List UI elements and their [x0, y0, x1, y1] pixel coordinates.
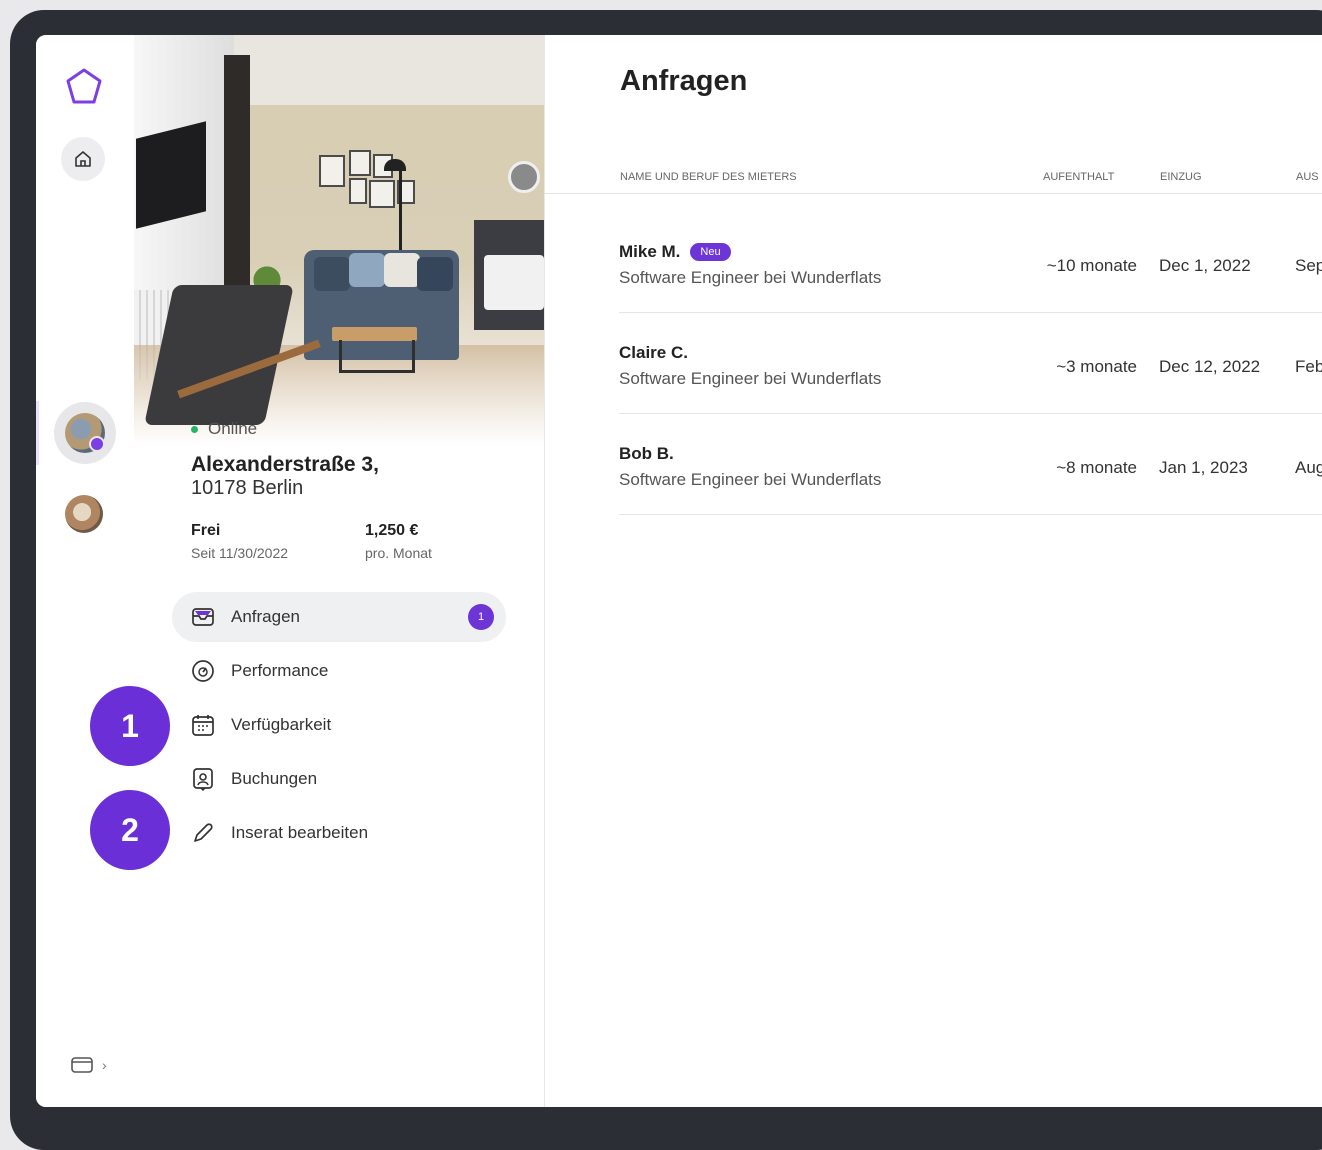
- menu-label: Performance: [231, 661, 329, 680]
- menu-item-anfragen[interactable]: Anfragen 1: [172, 592, 506, 642]
- availability-since: Seit 11/30/2022: [191, 545, 289, 561]
- property-avatar-selected[interactable]: [54, 402, 116, 464]
- menu-item-inserat-bearbeiten[interactable]: Inserat bearbeiten: [172, 808, 506, 858]
- move-in-date: Dec 12, 2022: [1159, 357, 1261, 376]
- stay-duration: ~3 monate: [1056, 357, 1137, 376]
- new-badge: Neu: [690, 243, 731, 261]
- tenant-job: Software Engineer bei Wunderflats: [619, 470, 882, 489]
- calendar-icon: [190, 712, 216, 738]
- menu-label: Anfragen: [231, 607, 300, 626]
- home-icon: [75, 151, 91, 167]
- callout-marker-2: 2: [90, 790, 170, 870]
- move-in-date: Jan 1, 2023: [1159, 458, 1248, 477]
- table-row[interactable]: Mike M. Neu Software Engineer bei Wunder…: [619, 212, 1322, 313]
- gauge-icon: [190, 658, 216, 684]
- callout-marker-1: 1: [90, 686, 170, 766]
- move-out-date: Aug: [1295, 458, 1322, 477]
- move-out-date: Sep: [1295, 256, 1322, 275]
- page-title: Anfragen: [620, 65, 748, 97]
- status-label: Online: [208, 419, 258, 438]
- tenant-name-cell: Bob B.: [619, 444, 674, 464]
- menu-item-buchungen[interactable]: Buchungen: [172, 754, 506, 804]
- price-info: 1,250 € pro. Monat: [365, 522, 432, 561]
- column-header-move-in[interactable]: EINZUG: [1160, 171, 1202, 183]
- menu-item-verfuegbarkeit[interactable]: Verfügbarkeit: [172, 700, 506, 750]
- availability-label: Frei: [191, 522, 221, 539]
- inbox-icon: [190, 604, 216, 630]
- contact-card-icon: [190, 766, 216, 792]
- tenant-name-cell: Claire C.: [619, 343, 688, 363]
- home-button[interactable]: [61, 137, 105, 181]
- requests-main: Anfragen NAME UND BERUF DES MIETERS AUFE…: [544, 35, 1322, 1107]
- collapse-toggle[interactable]: ›: [70, 1055, 107, 1075]
- property-panel: Online Alexanderstraße 3, 10178 Berlin F…: [134, 35, 545, 1107]
- column-header-name[interactable]: NAME UND BERUF DES MIETERS: [620, 171, 797, 183]
- tenant-name: Bob B.: [619, 444, 674, 463]
- price-value: 1,250 €: [365, 522, 419, 539]
- menu-label: Inserat bearbeiten: [231, 823, 369, 842]
- tenant-name: Claire C.: [619, 343, 688, 362]
- tenant-name-cell: Mike M. Neu: [619, 242, 731, 262]
- status-dot: [191, 425, 198, 433]
- menu-label: Buchungen: [231, 769, 318, 788]
- left-rail: ›: [36, 35, 135, 1107]
- device-icon: [71, 1057, 93, 1073]
- stay-duration: ~10 monate: [1046, 256, 1137, 275]
- address-city: 10178 Berlin: [191, 477, 304, 499]
- logo-icon[interactable]: [64, 67, 104, 107]
- pencil-icon: [190, 820, 216, 846]
- chevron-right-icon: ›: [102, 1057, 107, 1073]
- property-menu: Anfragen 1 Performance Verfügbarkeit Buc…: [172, 592, 506, 862]
- notification-dot: [89, 436, 105, 452]
- tenant-job: Software Engineer bei Wunderflats: [619, 268, 882, 287]
- menu-label: Verfügbarkeit: [231, 715, 332, 734]
- count-badge: 1: [468, 604, 494, 630]
- selected-indicator: [36, 401, 39, 465]
- table-row[interactable]: Claire C. Software Engineer bei Wunderfl…: [619, 313, 1322, 414]
- table-row[interactable]: Bob B. Software Engineer bei Wunderflats…: [619, 414, 1322, 515]
- online-status: Online: [191, 419, 257, 439]
- property-avatar[interactable]: [65, 495, 103, 533]
- column-header-move-out[interactable]: AUS: [1296, 171, 1319, 183]
- move-in-date: Dec 1, 2022: [1159, 256, 1251, 275]
- price-period: pro. Monat: [365, 545, 432, 561]
- availability-info: Frei Seit 11/30/2022: [191, 522, 288, 561]
- menu-item-performance[interactable]: Performance: [172, 646, 506, 696]
- table-header: NAME UND BERUF DES MIETERS AUFENTHALT EI…: [544, 165, 1322, 194]
- tenant-job: Software Engineer bei Wunderflats: [619, 369, 882, 388]
- move-out-date: Feb: [1295, 357, 1322, 376]
- app-screen: › Online Alexanderstraße 3, 10178 Berlin…: [36, 35, 1322, 1107]
- address-street: Alexanderstraße 3,: [191, 453, 379, 476]
- tenant-name: Mike M.: [619, 242, 681, 261]
- stay-duration: ~8 monate: [1056, 458, 1137, 477]
- column-header-stay[interactable]: AUFENTHALT: [1043, 171, 1114, 183]
- property-photo: [134, 35, 544, 445]
